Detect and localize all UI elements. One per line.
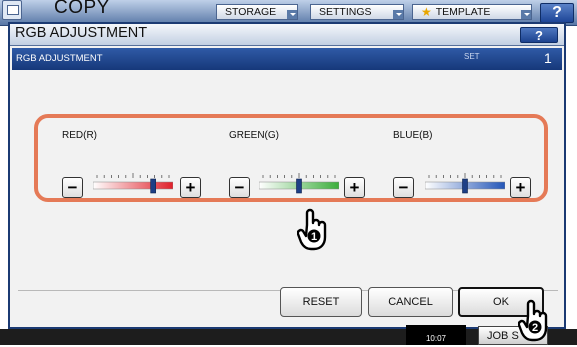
star-icon: ★: [421, 5, 432, 19]
red-slider-track: [93, 173, 173, 194]
blue-slider-track: [425, 173, 505, 194]
set-label: SET: [464, 52, 480, 61]
slider-knob: [296, 178, 302, 194]
blue-plus-button[interactable]: +: [510, 177, 531, 198]
tab-arrow-icon: [287, 10, 297, 19]
callout-1-text: 1: [311, 231, 317, 243]
red-plus-button[interactable]: +: [180, 177, 201, 198]
slider-knob: [462, 178, 468, 194]
dialog-help-button[interactable]: ?: [520, 27, 558, 43]
set-number: 1: [544, 50, 552, 66]
tab-template[interactable]: ★ TEMPLATE: [412, 4, 532, 20]
tab-template-label: TEMPLATE: [435, 6, 491, 18]
callout-2-text: 2: [532, 322, 538, 334]
tab-settings[interactable]: SETTINGS: [310, 4, 404, 20]
dialog-title-bar: RGB ADJUSTMENT ?: [10, 24, 564, 46]
copy-icon: [2, 0, 22, 20]
slider-green-label: GREEN(G): [229, 130, 279, 141]
clock-time: 10:07: [425, 334, 447, 343]
slider-blue-label: BLUE(B): [393, 130, 433, 141]
hand-pointer-icon-2: 2: [517, 298, 552, 342]
cancel-button[interactable]: CANCEL: [368, 287, 453, 317]
dialog-title: RGB ADJUSTMENT: [15, 25, 148, 41]
blue-slider[interactable]: [425, 170, 505, 194]
slider-red-label: RED(R): [62, 130, 97, 141]
green-slider-track: [259, 173, 339, 194]
tab-storage-label: STORAGE: [225, 6, 277, 18]
slider-bar: [93, 181, 173, 190]
tab-arrow-icon: [393, 10, 403, 19]
green-minus-button[interactable]: −: [229, 177, 250, 198]
slider-knob: [150, 178, 156, 194]
clock: 10:07: [406, 325, 466, 345]
app-title: COPY: [54, 0, 110, 18]
dialog-subheader: RGB ADJUSTMENT SET 1: [12, 48, 562, 70]
red-slider[interactable]: [93, 170, 173, 194]
green-slider[interactable]: [259, 170, 339, 194]
hand-pointer-icon: 1: [296, 207, 331, 251]
tab-settings-label: SETTINGS: [319, 6, 372, 18]
subheader-title: RGB ADJUSTMENT: [16, 53, 103, 64]
green-plus-button[interactable]: +: [344, 177, 365, 198]
red-minus-button[interactable]: −: [62, 177, 83, 198]
blue-minus-button[interactable]: −: [393, 177, 414, 198]
help-button[interactable]: ?: [540, 3, 574, 23]
tab-storage[interactable]: STORAGE: [216, 4, 298, 20]
tab-arrow-icon: [521, 10, 531, 19]
reset-button[interactable]: RESET: [280, 287, 362, 317]
